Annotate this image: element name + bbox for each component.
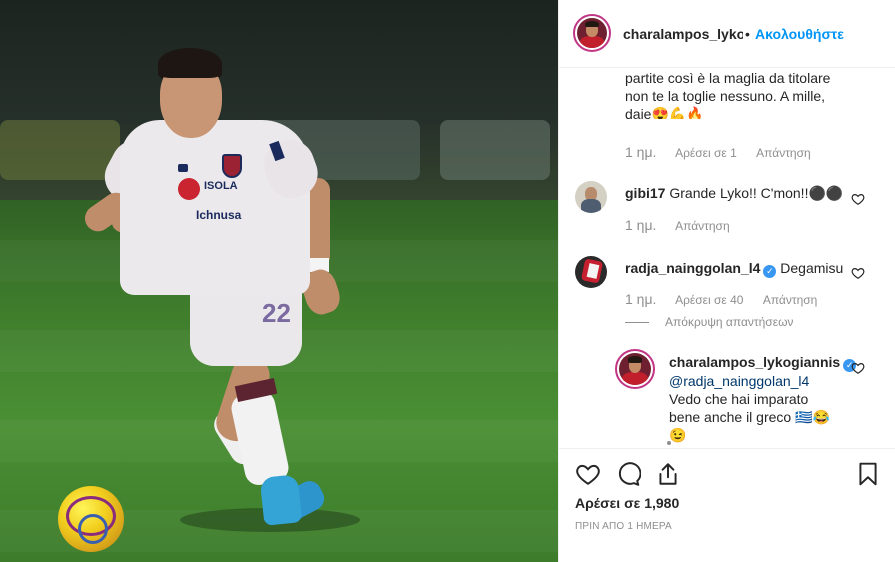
sponsor-text: Ichnusa — [196, 208, 242, 222]
commenter-avatar[interactable] — [575, 181, 607, 213]
like-heart-icon[interactable] — [575, 461, 601, 487]
avatar-shirt — [622, 372, 648, 385]
player-hair — [158, 52, 222, 78]
comment-body: Grande Lyko!! C'mon!!⚫⚫ — [669, 185, 844, 201]
comment-line: radja_nainggolan_l4 ✓ Degamisu — [625, 259, 865, 278]
comment-time[interactable]: 1 ημ. — [625, 144, 656, 160]
reply-button[interactable]: Απάντηση — [763, 293, 818, 307]
author-avatar[interactable] — [573, 14, 611, 52]
comment-likes[interactable]: Αρέσει σε 40 — [675, 293, 743, 307]
hide-replies-button[interactable]: Απόκρυψη απαντήσεων — [665, 315, 793, 329]
comment-body: Degamisu — [780, 260, 844, 276]
post-sidebar: charalampos_lykoς • Ακολουθήστε partite … — [558, 0, 895, 562]
kit-brand-logo — [178, 164, 188, 172]
avatar-image — [619, 353, 651, 385]
commenter-username[interactable]: radja_nainggolan_l4 — [625, 260, 760, 276]
post-photo[interactable]: 22 ISOLA Ichnusa — [0, 0, 558, 562]
share-icon[interactable] — [655, 461, 681, 487]
reply-button[interactable]: Απάντηση — [756, 146, 811, 160]
verified-badge-icon: ✓ — [763, 265, 777, 278]
comment-body: partite così è la maglia da titolare non… — [625, 70, 831, 119]
replies-divider — [625, 322, 649, 323]
comment-meta: 1 ημ. Απάντηση — [625, 217, 742, 233]
likes-count[interactable]: Αρέσει σε 1,980 — [575, 495, 679, 511]
comment-text: partite così è la maglia da titolare non… — [625, 69, 845, 119]
comment-line: gibi17 Grande Lyko!! C'mon!!⚫⚫ — [625, 184, 855, 202]
advertising-board — [0, 120, 120, 180]
player-boot — [259, 474, 303, 526]
comment-meta: 1 ημ. Αρέσει σε 40 Απάντηση — [625, 291, 829, 307]
commenter-username[interactable]: gibi17 — [625, 185, 665, 201]
follow-button[interactable]: Ακολουθήστε — [755, 26, 844, 42]
avatar-image — [577, 18, 607, 48]
comment-time[interactable]: 1 ημ. — [625, 291, 656, 307]
football — [58, 486, 124, 552]
like-comment-heart-icon[interactable] — [851, 266, 865, 280]
like-comment-heart-icon[interactable] — [851, 361, 865, 375]
shirt-number: 22 — [262, 298, 291, 328]
reply-button[interactable]: Απάντηση — [675, 219, 730, 233]
avatar-hair — [627, 356, 643, 363]
commenter-avatar[interactable] — [615, 349, 655, 389]
post-header: charalampos_lykoς • Ακολουθήστε — [559, 0, 895, 68]
comments-list[interactable]: partite così è la maglia da titolare non… — [559, 69, 895, 448]
scroll-indicator — [667, 441, 671, 445]
avatar-hair — [585, 21, 599, 27]
club-badge — [222, 154, 242, 178]
avatar-body — [581, 199, 601, 213]
comment-time[interactable]: 1 ημ. — [625, 217, 656, 233]
commenter-username[interactable]: charalampos_lykogiannis — [669, 354, 840, 370]
avatar-shirt — [580, 36, 604, 48]
comment-body: Vedo che hai imparato bene anche il grec… — [669, 391, 830, 443]
save-bookmark-icon[interactable] — [855, 461, 881, 487]
reply-header: charalampos_lykogiannis ✓ — [669, 353, 857, 372]
comment-likes[interactable]: Αρέσει σε 1 — [675, 146, 737, 160]
post-timestamp[interactable]: ΠΡΙΝ ΑΠΟ 1 ΗΜΕΡΑ — [575, 521, 672, 532]
commenter-avatar[interactable] — [575, 256, 607, 288]
comment-bubble-icon[interactable] — [615, 461, 641, 487]
mention-link[interactable]: @radja_nainggolan_l4 — [669, 372, 849, 390]
player-sock — [228, 388, 292, 488]
header-separator: • — [745, 26, 750, 42]
advertising-board — [440, 120, 550, 180]
comment-meta: 1 ημ. Αρέσει σε 1 Απάντηση — [625, 144, 823, 160]
ball-pattern — [78, 514, 108, 544]
author-username[interactable]: charalampos_lykoς — [623, 26, 743, 42]
post-actions: Αρέσει σε 1,980 ΠΡΙΝ ΑΠΟ 1 ΗΜΕΡΑ — [559, 448, 895, 562]
sponsor-text: ISOLA — [204, 180, 238, 192]
reply-comment: charalampos_lykogiannis ✓ @radja_nainggol… — [669, 353, 857, 444]
sponsor-logo — [178, 178, 200, 200]
like-comment-heart-icon[interactable] — [851, 192, 865, 206]
